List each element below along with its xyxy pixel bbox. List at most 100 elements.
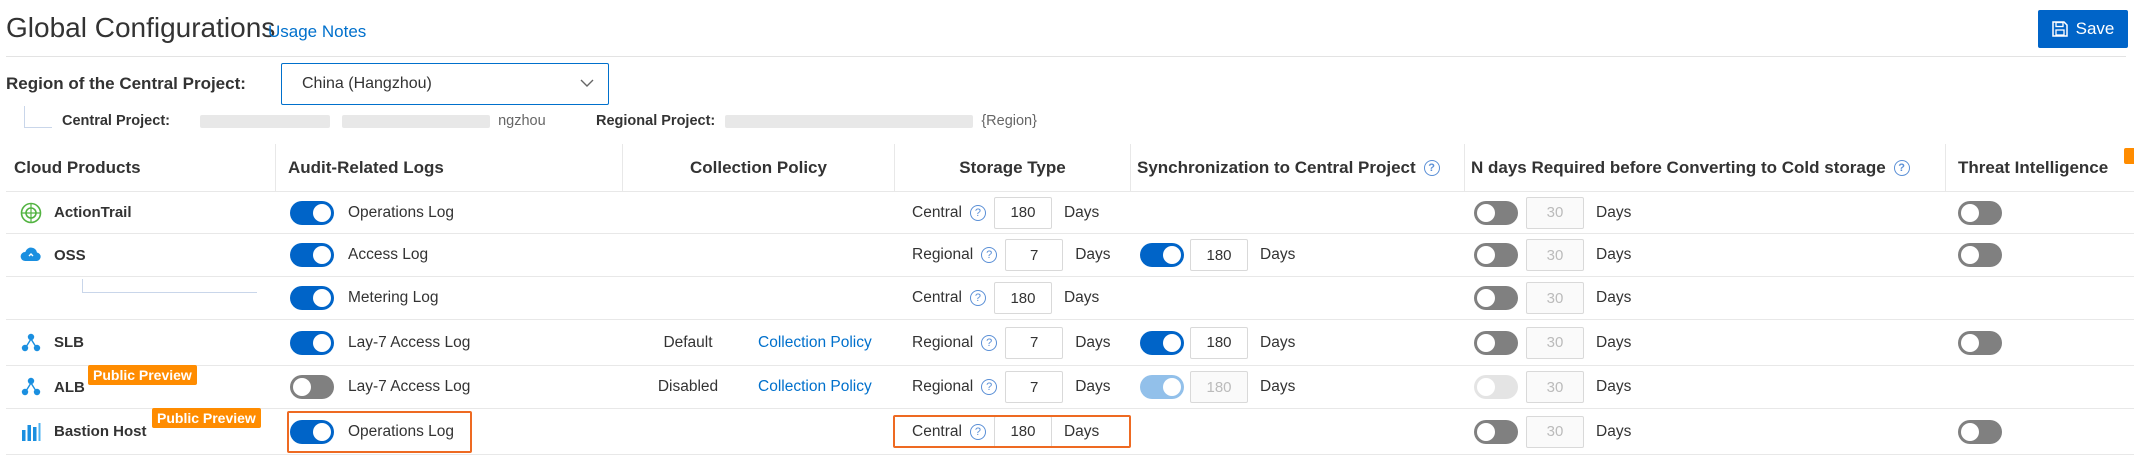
cold-storage-cell: 30 Days	[1474, 320, 1774, 365]
days-label: Days	[1596, 246, 1632, 263]
regional-project-label: Regional Project:	[596, 113, 716, 129]
storage-type: Regional	[912, 378, 974, 395]
tree-connector	[24, 106, 52, 128]
cold-storage-toggle[interactable]	[1474, 243, 1518, 267]
threat-intel-toggle[interactable]	[1958, 200, 2002, 225]
storage-days-input[interactable]: 180	[993, 282, 1052, 314]
save-button[interactable]: Save	[2038, 10, 2128, 48]
cold-storage-toggle[interactable]	[1474, 286, 1518, 310]
audit-log-cell: Metering Log	[290, 277, 620, 319]
storage-days-input[interactable]: 7	[1005, 326, 1064, 359]
highlight-box-storage	[893, 415, 1131, 448]
threat-intel-toggle[interactable]	[1958, 419, 2002, 444]
bastion-host-icon	[20, 421, 42, 443]
table-row: Metering Log Central? 180 Days 30 Days	[6, 277, 2134, 320]
header-cold-storage-label: N days Required before Converting to Col…	[1471, 157, 1886, 177]
header-sync-central-label: Synchronization to Central Project	[1137, 157, 1416, 177]
alb-icon	[20, 376, 42, 398]
region-select[interactable]: China (Hangzhou)	[281, 63, 609, 105]
save-button-label: Save	[2075, 19, 2115, 38]
sync-days-input[interactable]: 180	[1190, 371, 1248, 403]
days-label: Days	[1596, 333, 1632, 351]
audit-log-cell: Lay-7 Access Log	[290, 366, 620, 408]
help-icon[interactable]: ?	[981, 379, 998, 395]
threat-cell	[1958, 320, 2038, 365]
slb-icon	[20, 332, 42, 354]
product-name: ALB	[54, 378, 85, 396]
storage-type: Central	[912, 289, 962, 306]
sync-toggle[interactable]	[1140, 330, 1184, 355]
region-select-value: China (Hangzhou)	[302, 75, 432, 92]
page-header: Global Configurations Usage Notes Save	[6, 10, 2134, 56]
help-icon[interactable]: ?	[969, 204, 986, 221]
table-row: ALB Public Preview Lay-7 Access Log Disable…	[6, 365, 2134, 409]
threat-cell	[1958, 409, 2038, 454]
help-icon[interactable]: ?	[981, 247, 998, 263]
cold-storage-toggle[interactable]	[1474, 330, 1518, 355]
cold-storage-toggle[interactable]	[1474, 200, 1518, 225]
regional-project-value: {Region}	[981, 113, 1037, 129]
cold-days-input[interactable]: 30	[1526, 326, 1584, 359]
collection-policy-link[interactable]: Collection Policy	[758, 334, 872, 352]
threat-intel-toggle[interactable]	[1958, 243, 2002, 267]
help-icon[interactable]: ?	[981, 334, 998, 351]
cold-days-input[interactable]: 30	[1526, 239, 1584, 271]
log-toggle[interactable]	[290, 286, 334, 310]
sync-days-input[interactable]: 180	[1190, 239, 1248, 271]
redacted-text	[342, 114, 491, 128]
cold-storage-cell: 30 Days	[1474, 409, 1774, 454]
storage-cell: Central? 180 Days	[912, 192, 1132, 233]
audit-log-cell: Access Log	[290, 234, 620, 276]
sync-toggle[interactable]	[1140, 243, 1184, 267]
days-label: Days	[1596, 289, 1632, 306]
storage-days-input[interactable]: 7	[1005, 239, 1064, 271]
log-toggle[interactable]	[290, 330, 334, 355]
chevron-down-icon	[580, 79, 594, 87]
region-label: Region of the Central Project:	[6, 74, 246, 93]
policy-value: Disabled	[657, 378, 719, 395]
cold-days-input[interactable]: 30	[1526, 371, 1584, 403]
header-cold-storage: N days Required before Converting to Col…	[1465, 144, 1946, 191]
header-cloud-products: Cloud Products	[6, 144, 276, 191]
cold-storage-toggle[interactable]	[1474, 375, 1518, 399]
log-name: Metering Log	[348, 289, 439, 306]
sync-toggle[interactable]	[1140, 375, 1184, 399]
collection-policy-link[interactable]: Collection Policy	[758, 378, 872, 396]
policy-cell: Disabled	[623, 366, 753, 408]
storage-days-input[interactable]: 7	[1005, 371, 1064, 403]
help-icon[interactable]: ?	[1893, 159, 1910, 176]
header-audit-logs: Audit-Related Logs	[276, 144, 623, 191]
sync-days-input[interactable]: 180	[1190, 326, 1248, 359]
storage-type: Central	[912, 203, 962, 221]
threat-intel-toggle[interactable]	[1958, 330, 2002, 355]
regional-project-info: Regional Project: {Region}	[596, 113, 1037, 129]
log-name: Operations Log	[348, 203, 454, 221]
cold-storage-toggle[interactable]	[1474, 419, 1518, 444]
product-name: OSS	[54, 246, 86, 264]
log-toggle[interactable]	[290, 200, 334, 225]
redacted-text	[200, 114, 331, 128]
threat-cell	[1958, 234, 2038, 276]
cold-days-input[interactable]: 30	[1526, 415, 1584, 448]
table-row: ActionTrail Operations Log Central? 180 Days…	[6, 192, 2134, 234]
cold-days-input[interactable]: 30	[1526, 196, 1584, 229]
policy-value: Default	[663, 333, 713, 351]
central-project-label: Central Project:	[62, 113, 170, 129]
policy-link-cell: Collection Policy	[758, 320, 898, 365]
help-icon[interactable]: ?	[969, 290, 986, 306]
storage-days-input[interactable]: 180	[993, 196, 1052, 229]
usage-notes-link[interactable]: Usage Notes	[268, 22, 366, 42]
log-toggle[interactable]	[290, 375, 334, 399]
log-toggle[interactable]	[290, 243, 334, 267]
cold-days-input[interactable]: 30	[1526, 282, 1584, 314]
product-cell: SLB	[20, 320, 270, 365]
product-name: SLB	[54, 334, 84, 351]
days-label: Days	[1596, 378, 1632, 395]
audit-log-cell: Operations Log	[290, 192, 620, 233]
help-icon[interactable]: ?	[1423, 159, 1440, 176]
header-storage-type: Storage Type	[895, 144, 1131, 191]
days-label: Days	[1260, 378, 1296, 395]
header-sync-central: Synchronization to Central Project ?	[1131, 144, 1465, 191]
highlight-box-log	[287, 411, 472, 453]
days-label: Days	[1596, 203, 1632, 221]
